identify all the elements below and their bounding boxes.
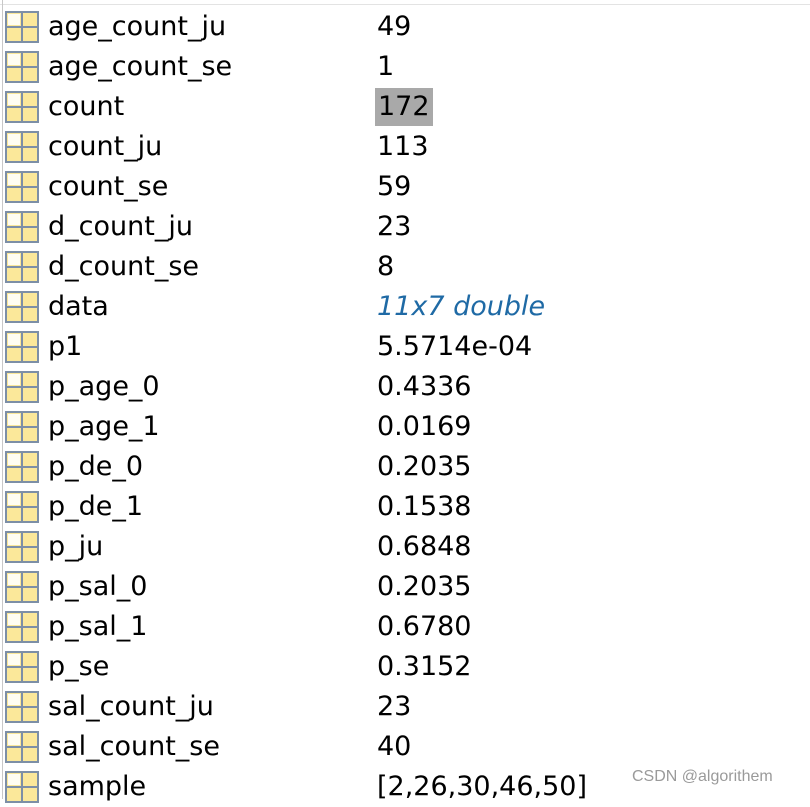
variable-name: sal_count_ju — [48, 691, 214, 722]
matrix-variable-icon — [5, 91, 39, 123]
matrix-variable-icon — [5, 691, 39, 723]
variable-value: 8 — [377, 251, 395, 282]
variable-row[interactable]: p_de_1 0.1538 — [0, 487, 810, 527]
variable-value: 0.1538 — [377, 491, 472, 522]
variable-name: d_count_ju — [48, 211, 193, 242]
variable-name: data — [48, 291, 109, 322]
variable-name: p_sal_1 — [48, 611, 148, 642]
variable-value: 49 — [377, 11, 412, 42]
matrix-variable-icon — [5, 51, 39, 83]
matrix-variable-icon — [5, 131, 39, 163]
variable-value: 0.2035 — [377, 571, 472, 602]
matrix-variable-icon — [5, 251, 39, 283]
variable-value: [2,26,30,46,50] — [377, 771, 588, 802]
variable-name: p_sal_0 — [48, 571, 148, 602]
variable-row[interactable]: p_age_1 0.0169 — [0, 407, 810, 447]
variable-value: 23 — [377, 691, 412, 722]
variable-value: 0.4336 — [377, 371, 472, 402]
variable-name: sample — [48, 771, 147, 802]
variable-value: 5.5714e-04 — [377, 331, 533, 362]
variable-name: count_ju — [48, 131, 163, 162]
variable-value: 40 — [377, 731, 412, 762]
variable-value: 59 — [377, 171, 412, 202]
variable-name: sal_count_se — [48, 731, 220, 762]
matrix-variable-icon — [5, 571, 39, 603]
variable-row[interactable]: p_ju 0.6848 — [0, 527, 810, 567]
matrix-variable-icon — [5, 11, 39, 43]
variable-name: d_count_se — [48, 251, 199, 282]
watermark: CSDN @algorithem — [632, 768, 773, 785]
matrix-variable-icon — [5, 291, 39, 323]
matrix-variable-icon — [5, 451, 39, 483]
variable-row[interactable]: p1 5.5714e-04 — [0, 327, 810, 367]
variable-row[interactable]: p_age_0 0.4336 — [0, 367, 810, 407]
matrix-variable-icon — [5, 771, 39, 803]
variable-row[interactable]: d_count_ju 23 — [0, 207, 810, 247]
variable-value: 0.6780 — [377, 611, 472, 642]
matrix-variable-icon — [5, 731, 39, 763]
variable-row[interactable]: p_de_0 0.2035 — [0, 447, 810, 487]
matrix-variable-icon — [5, 211, 39, 243]
variable-name: age_count_ju — [48, 11, 227, 42]
variable-value: 23 — [377, 211, 412, 242]
variable-value: 172 — [375, 88, 433, 126]
variable-value: 1 — [377, 51, 395, 82]
variable-value[interactable]: 11x7 double — [377, 287, 545, 327]
matrix-variable-icon — [5, 611, 39, 643]
variable-name: p_de_1 — [48, 491, 144, 522]
variable-row[interactable]: p_sal_1 0.6780 — [0, 607, 810, 647]
variable-row[interactable]: p_se 0.3152 — [0, 647, 810, 687]
variable-name: p_ju — [48, 531, 104, 562]
variable-name: count_se — [48, 171, 169, 202]
variable-row[interactable]: sal_count_ju 23 — [0, 687, 810, 727]
variable-row[interactable]: p_sal_0 0.2035 — [0, 567, 810, 607]
header-border — [0, 4, 810, 5]
matrix-variable-icon — [5, 331, 39, 363]
matrix-variable-icon — [5, 371, 39, 403]
matrix-variable-icon — [5, 171, 39, 203]
matrix-variable-icon — [5, 651, 39, 683]
matrix-variable-icon — [5, 491, 39, 523]
variable-value: 0.3152 — [377, 651, 472, 682]
variable-row[interactable]: d_count_se 8 — [0, 247, 810, 287]
variable-name: p_age_1 — [48, 411, 160, 442]
variable-value: 0.2035 — [377, 451, 472, 482]
variable-row[interactable]: sal_count_se 40 — [0, 727, 810, 767]
variable-row[interactable]: age_count_ju 49 — [0, 7, 810, 47]
matrix-variable-icon — [5, 531, 39, 563]
variable-name: p_de_0 — [48, 451, 144, 482]
variable-name: p_se — [48, 651, 110, 682]
variable-row[interactable]: count 172 — [0, 87, 810, 127]
variable-name: p1 — [48, 331, 83, 362]
variable-row[interactable]: data 11x7 double — [0, 287, 810, 327]
variable-name: age_count_se — [48, 51, 233, 82]
variable-row[interactable]: count_ju 113 — [0, 127, 810, 167]
variable-value: 113 — [377, 131, 429, 162]
matrix-variable-icon — [5, 411, 39, 443]
variable-row[interactable]: age_count_se 1 — [0, 47, 810, 87]
variable-name: count — [48, 91, 125, 122]
variable-value: 0.0169 — [377, 411, 472, 442]
variable-name: p_age_0 — [48, 371, 160, 402]
variable-value: 0.6848 — [377, 531, 472, 562]
variable-row[interactable]: count_se 59 — [0, 167, 810, 207]
